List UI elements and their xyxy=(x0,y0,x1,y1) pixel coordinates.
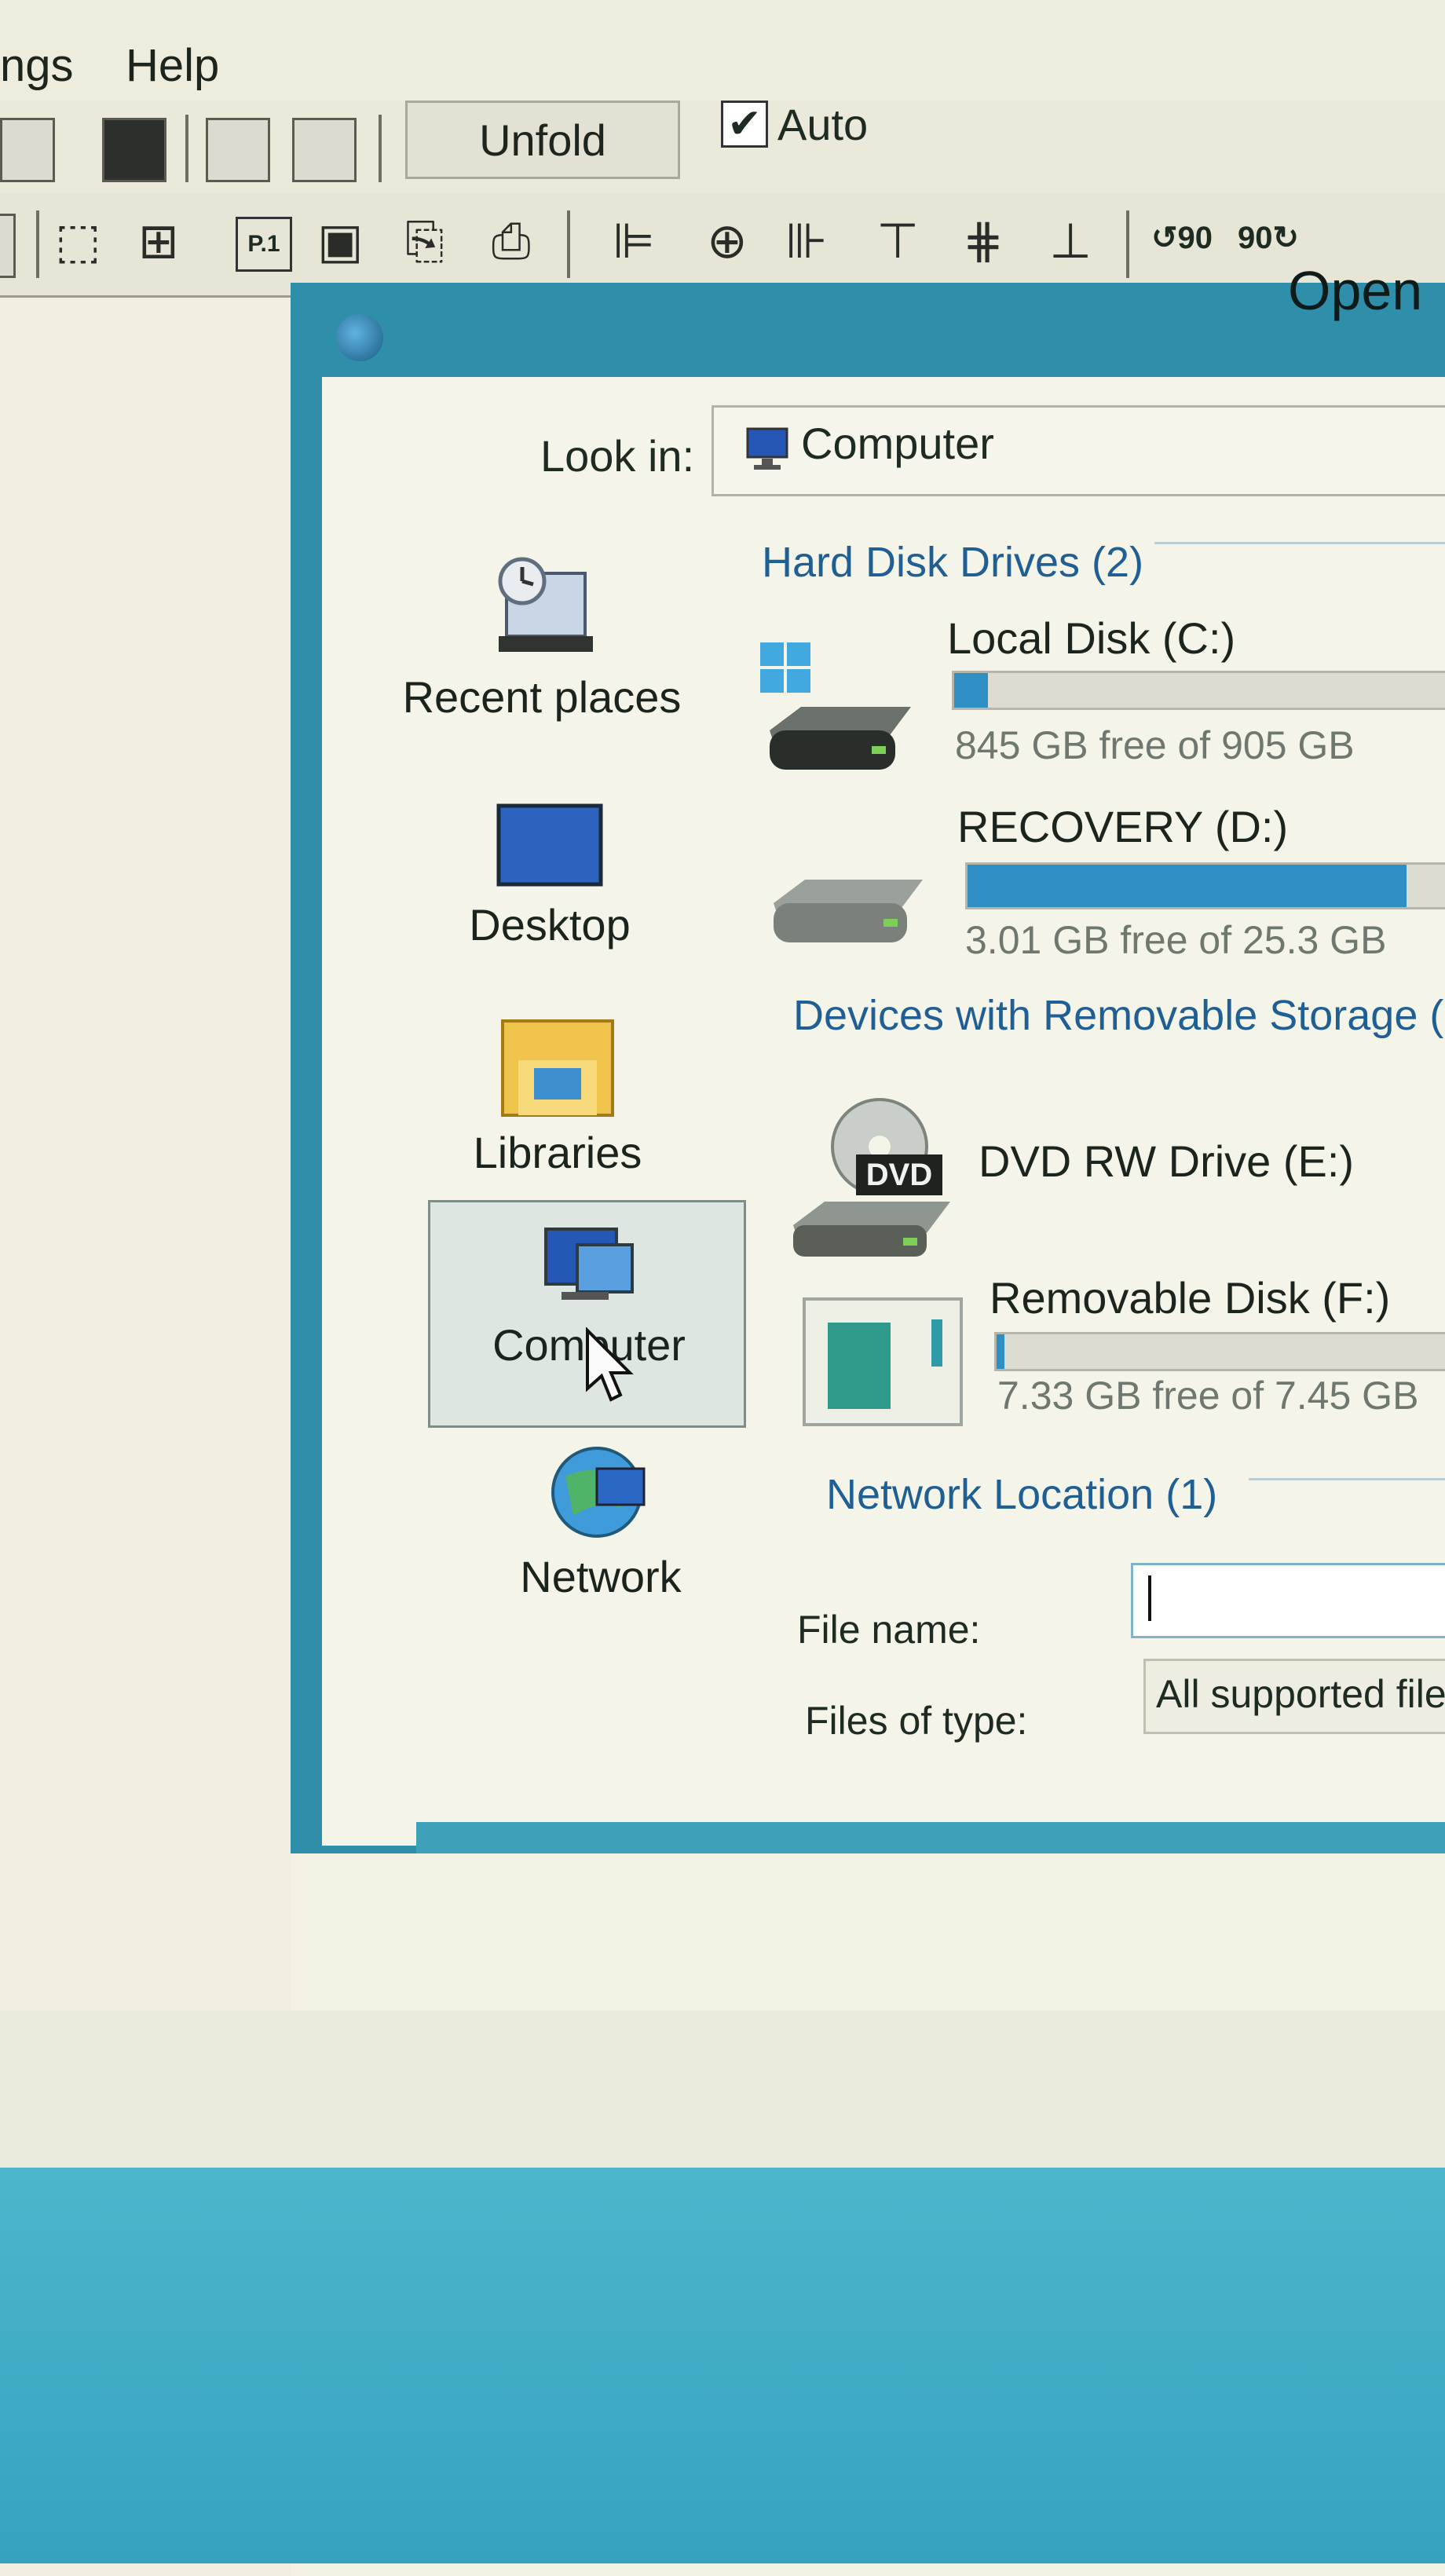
look-in-value: Computer xyxy=(801,419,994,468)
align-middle-icon[interactable]: ⋕ xyxy=(963,217,1004,265)
place-label: Recent places xyxy=(402,672,682,722)
toolbar-separator xyxy=(185,115,188,182)
place-recent[interactable]: Recent places xyxy=(393,550,691,723)
drive-free-space: 845 GB free of 905 GB xyxy=(955,723,1355,767)
hard-disk-icon xyxy=(774,880,923,942)
rotate-left-label: 90 xyxy=(1177,221,1213,255)
drive-usage-fill xyxy=(968,865,1407,907)
dvd-badge: DVD xyxy=(856,1154,942,1195)
text-caret xyxy=(1148,1575,1151,1621)
desktop-icon xyxy=(496,803,603,887)
section-header-hard-disks: Hard Disk Drives (2) xyxy=(762,539,1144,586)
computer-icon xyxy=(746,427,788,470)
menu-bar: ngs Help xyxy=(0,0,1445,102)
look-in-label: Look in: xyxy=(540,431,695,481)
toolbar-separator xyxy=(379,115,382,182)
menu-help[interactable]: Help xyxy=(126,39,219,92)
double-page-button[interactable] xyxy=(292,118,357,182)
export-icon[interactable]: ⎘ xyxy=(405,217,444,265)
drive-name: DVD RW Drive (E:) xyxy=(979,1136,1355,1186)
checkmark-icon: ✔ xyxy=(727,101,762,148)
dialog-app-icon xyxy=(336,314,383,361)
drive-free-space: 3.01 GB free of 25.3 GB xyxy=(965,918,1387,962)
hard-disk-icon xyxy=(760,642,911,770)
align-bottom-icon[interactable]: ⊥ xyxy=(1049,217,1092,265)
drive-usage-bar xyxy=(994,1332,1445,1371)
place-desktop[interactable]: Desktop xyxy=(401,801,699,950)
drive-name: Removable Disk (F:) xyxy=(990,1273,1391,1323)
rotate-right-label: 90 xyxy=(1238,221,1273,255)
save-icon[interactable]: ▣ xyxy=(317,217,364,265)
page-number-icon[interactable]: P.1 xyxy=(236,217,292,272)
align-left-icon[interactable]: ⊫ xyxy=(613,217,655,265)
section-divider xyxy=(1249,1478,1445,1480)
crop-icon[interactable]: ⬚ xyxy=(55,217,101,265)
drive-d[interactable]: RECOVERY (D:) 3.01 GB free of 25.3 GB xyxy=(766,801,1445,974)
drive-usage-fill xyxy=(954,673,989,708)
recent-places-icon xyxy=(498,557,593,652)
drive-usage-bar xyxy=(952,671,1445,710)
drive-e[interactable]: DVD DVD RW Drive (E:) xyxy=(785,1092,1445,1272)
drive-name: Local Disk (C:) xyxy=(947,613,1236,663)
libraries-icon xyxy=(501,1019,614,1117)
view-toggle-button[interactable] xyxy=(0,118,55,182)
align-top-icon[interactable]: ⊤ xyxy=(876,217,919,265)
files-of-type-label: Files of type: xyxy=(805,1699,1028,1743)
files-of-type-value: All supported files xyxy=(1156,1672,1445,1716)
mouse-pointer-icon xyxy=(586,1327,634,1402)
drive-c[interactable]: Local Disk (C:) 845 GB free of 905 GB xyxy=(754,613,1445,785)
grid-icon[interactable]: ⊞ xyxy=(138,217,179,265)
app-background xyxy=(0,2011,1445,2168)
place-label: Libraries xyxy=(473,1128,642,1177)
3d-view-button[interactable] xyxy=(102,118,166,182)
computer-icon xyxy=(544,1228,634,1300)
auto-label: Auto xyxy=(777,100,869,149)
file-name-input[interactable] xyxy=(1131,1563,1445,1638)
auto-checkbox[interactable]: ✔ xyxy=(721,101,768,148)
single-page-button[interactable] xyxy=(206,118,270,182)
dialog-title: Open xyxy=(1288,260,1423,321)
section-header-removable: Devices with Removable Storage ( xyxy=(793,992,1444,1039)
dialog-bottom-border xyxy=(416,1822,1445,1853)
drive-f[interactable]: Removable Disk (F:) 7.33 GB free of 7.45… xyxy=(801,1272,1445,1445)
drive-usage-fill xyxy=(997,1334,1004,1369)
drive-free-space: 7.33 GB free of 7.45 GB xyxy=(997,1374,1419,1418)
place-label: Network xyxy=(520,1552,682,1601)
select-tool-button[interactable] xyxy=(0,214,16,278)
toolbar-separator xyxy=(36,210,39,278)
drive-name: RECOVERY (D:) xyxy=(957,802,1289,851)
print-icon[interactable]: ⎙ xyxy=(492,217,531,265)
toolbar-separator xyxy=(1126,210,1129,278)
place-libraries[interactable]: Libraries xyxy=(408,1013,707,1178)
place-label: Desktop xyxy=(469,900,631,950)
align-right-icon[interactable]: ⊪ xyxy=(785,217,828,265)
align-center-icon[interactable]: ⊕ xyxy=(707,217,748,265)
place-network[interactable]: Network xyxy=(452,1437,750,1602)
menu-settings[interactable]: ngs xyxy=(0,39,74,92)
network-icon xyxy=(551,1447,646,1538)
drive-usage-bar xyxy=(965,862,1445,909)
file-name-label: File name: xyxy=(797,1608,981,1652)
rotate-left-icon[interactable]: ↺90 xyxy=(1151,220,1213,256)
section-header-network: Network Location (1) xyxy=(826,1471,1218,1518)
removable-disk-icon xyxy=(803,1297,963,1426)
rotate-right-icon[interactable]: 90↻ xyxy=(1238,220,1299,256)
toolbar-separator xyxy=(567,210,570,278)
section-divider xyxy=(1154,542,1445,544)
taskbar xyxy=(0,2168,1445,2563)
unfold-button[interactable]: Unfold xyxy=(405,101,680,179)
